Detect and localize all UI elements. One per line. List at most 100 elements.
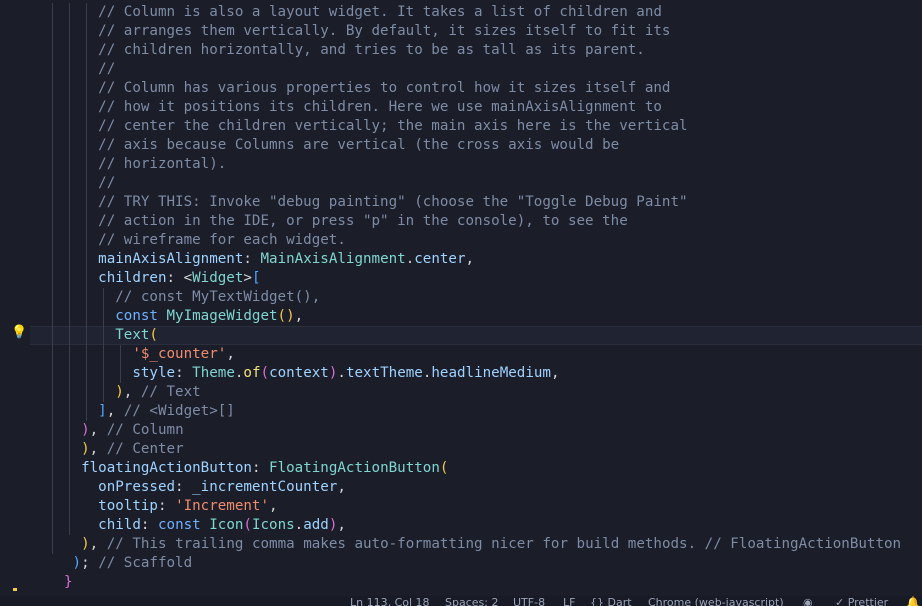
code-token: '$_counter' [132,346,227,362]
code-token: : [175,479,193,495]
code-line[interactable]: '$_counter', [30,345,922,364]
code-token: // TRY THIS: Invoke "debug painting" (ch… [64,194,688,210]
code-token: ( [149,327,158,343]
code-token: [ [251,270,261,286]
code-line[interactable]: // center the children vertically; the m… [30,117,922,136]
code-token: // center the children vertically; the m… [64,118,688,134]
code-token: , [89,441,107,457]
code-token: , [269,498,278,514]
prettier-status[interactable]: ✓ Prettier [835,596,888,606]
code-line[interactable]: // wireframe for each widget. [30,231,922,250]
code-token: () [277,308,295,324]
device-selector[interactable]: Chrome (web-javascript) [648,596,784,606]
code-line[interactable]: ], // <Widget>[] [30,402,922,421]
code-token: Icons [251,517,295,533]
code-line[interactable]: // arranges them vertically. By default,… [30,22,922,41]
code-line[interactable]: // how it positions its children. Here w… [30,98,922,117]
language-mode[interactable]: {} Dart [590,596,632,606]
code-token: // [64,175,116,191]
code-line[interactable]: // Column is also a layout widget. It ta… [30,3,922,22]
cursor-position[interactable]: Ln 113, Col 18 [350,596,430,606]
code-line[interactable]: Text( [30,326,922,345]
code-line[interactable]: ), // Column [30,421,922,440]
code-line[interactable]: // horizontal). [30,155,922,174]
eol-setting[interactable]: LF [563,596,575,606]
code-line[interactable]: // [30,60,922,79]
code-line[interactable]: children: <Widget>[ [30,269,922,288]
indent-guide [120,345,122,383]
code-line[interactable]: mainAxisAlignment: MainAxisAlignment.cen… [30,250,922,269]
code-token: ( [260,365,270,381]
code-line[interactable]: // Column has various properties to cont… [30,79,922,98]
code-token: : [251,460,270,476]
code-token: ( [243,517,252,533]
code-token: Text [115,327,150,343]
code-token: // how it positions its children. Here w… [64,99,662,115]
code-token: // Column has various properties to cont… [64,80,671,96]
code-token: ) [115,384,124,400]
code-token: floatingActionButton [81,460,252,476]
code-line[interactable]: // action in the IDE, or press "p" in th… [30,212,922,231]
lightbulb-icon[interactable]: 💡 [11,326,27,340]
code-line[interactable]: // TRY THIS: Invoke "debug painting" (ch… [30,193,922,212]
code-token: ) [81,536,90,552]
code-token: : [243,251,261,267]
code-line[interactable]: // const MyTextWidget(), [30,288,922,307]
code-line[interactable]: ); // Scaffold [30,554,922,573]
code-line[interactable]: // [30,174,922,193]
code-token: // Scaffold [98,555,193,571]
code-token: onPressed [98,479,176,495]
code-token: FloatingActionButton [269,460,440,476]
code-token: Theme [192,365,235,381]
code-line[interactable]: style: Theme.of(context).textTheme.headl… [30,364,922,383]
code-editor[interactable]: 💡 // Column is also a layout widget. It … [0,0,922,596]
code-token: ; [81,555,99,571]
code-token: , [89,536,107,552]
notifications-icon[interactable]: 🔔 [906,596,920,606]
code-line[interactable]: tooltip: 'Increment', [30,497,922,516]
code-token: // horizontal). [64,156,227,172]
code-token: ) [72,555,82,571]
code-token: , [337,517,346,533]
code-token: _incrementCounter [192,479,338,495]
indentation-setting[interactable]: Spaces: 2 [445,596,498,606]
vertical-scrollbar[interactable] [916,0,922,596]
code-line[interactable]: ), // Center [30,440,922,459]
code-token: // Center [106,441,184,457]
code-token: , [226,346,235,362]
code-line[interactable]: } [30,573,922,592]
code-line[interactable]: const MyImageWidget(), [30,307,922,326]
code-token: , [337,479,346,495]
encoding-setting[interactable]: UTF-8 [513,596,545,606]
code-token: mainAxisAlignment [98,251,244,267]
code-token: children [98,270,167,286]
code-line[interactable]: // axis because Columns are vertical (th… [30,136,922,155]
code-token: // children horizontally, and tries to b… [64,42,645,58]
code-line[interactable]: ), // Text [30,383,922,402]
indent-guide [69,3,71,535]
code-token: ) [81,422,90,438]
code-token: // wireframe for each widget. [64,232,346,248]
code-line[interactable]: child: const Icon(Icons.add), [30,516,922,535]
code-line[interactable]: floatingActionButton: FloatingActionButt… [30,459,922,478]
editor-gutter [0,0,30,596]
code-token: . [337,365,346,381]
indent-guide [52,3,53,554]
code-token: textTheme [345,365,423,381]
copilot-icon[interactable]: ◉ [803,596,813,606]
code-token: tooltip [98,498,158,514]
code-token: > [243,270,252,286]
code-token: // Column is also a layout widget. It ta… [64,4,662,20]
code-token: , [294,308,304,324]
code-line[interactable]: onPressed: _incrementCounter, [30,478,922,497]
code-line[interactable]: ), // This trailing comma makes auto-for… [30,535,922,554]
code-token: // action in the IDE, or press "p" in th… [64,213,628,229]
indent-guide [103,288,105,402]
code-line[interactable]: // children horizontally, and tries to b… [30,41,922,60]
